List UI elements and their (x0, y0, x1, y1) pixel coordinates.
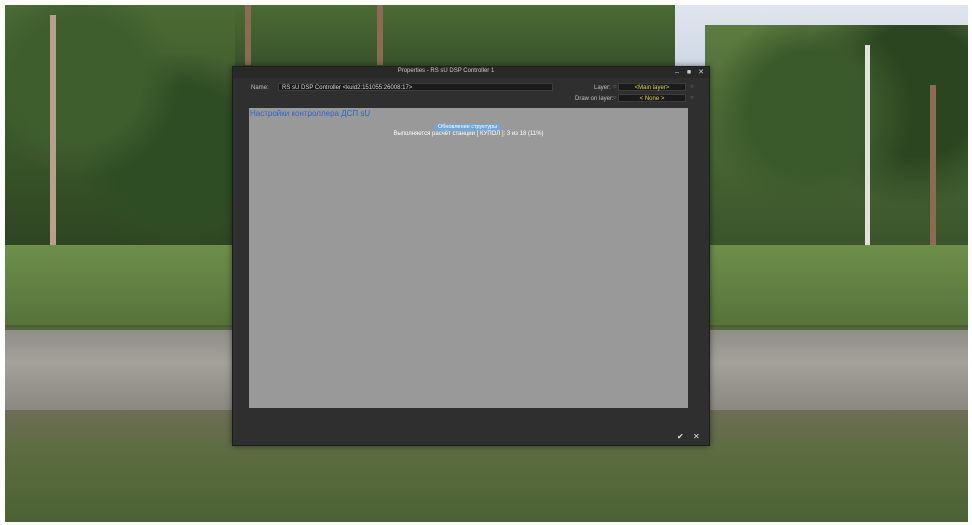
forest-right (705, 25, 968, 245)
cancel-button[interactable]: ✕ (693, 432, 700, 441)
name-field[interactable]: RS sU DSP Controller <kuid2:151055:26008… (278, 83, 553, 91)
pine-trunk (930, 85, 936, 245)
draw-on-layer-select[interactable]: < None > (618, 94, 686, 102)
layer-label: Layer: (594, 85, 611, 91)
layer-select[interactable]: <Main layer> (618, 83, 686, 91)
layer-option-icon[interactable]: ○ (690, 84, 694, 90)
pine-trunk (377, 5, 383, 65)
maximize-icon[interactable]: ■ (684, 67, 694, 78)
forest-background (235, 5, 675, 75)
window-title: Properties - RS sU DSP Controller 1 (397, 68, 495, 74)
progress-status: Выполняется расчёт станции [ КУПОЛ ]: 3 … (393, 131, 544, 137)
draw-indicator-icon: ○ (613, 95, 617, 101)
controller-settings-panel: Настройки контроллера ДСП sU Обновление … (249, 108, 688, 408)
ok-button[interactable]: ✔ (677, 432, 684, 441)
minimize-icon[interactable]: – (672, 67, 682, 78)
update-structure-link[interactable]: Обновление структуры (435, 124, 501, 131)
draw-on-layer-label: Draw on layer: (575, 96, 614, 102)
properties-window: Properties - RS sU DSP Controller 1 – ■ … (232, 66, 710, 446)
panel-heading: Настройки контроллера ДСП sU (250, 109, 371, 118)
close-icon[interactable]: ✕ (696, 67, 706, 78)
forest-left (5, 5, 255, 255)
birch-trunk (50, 15, 56, 245)
name-label: Name: (251, 85, 269, 91)
layer-indicator-icon: ○ (613, 84, 617, 90)
birch-trunk (865, 45, 870, 260)
pine-trunk (245, 5, 251, 65)
window-titlebar[interactable]: Properties - RS sU DSP Controller 1 – ■ … (233, 67, 709, 78)
draw-option-icon[interactable]: ○ (690, 95, 694, 101)
